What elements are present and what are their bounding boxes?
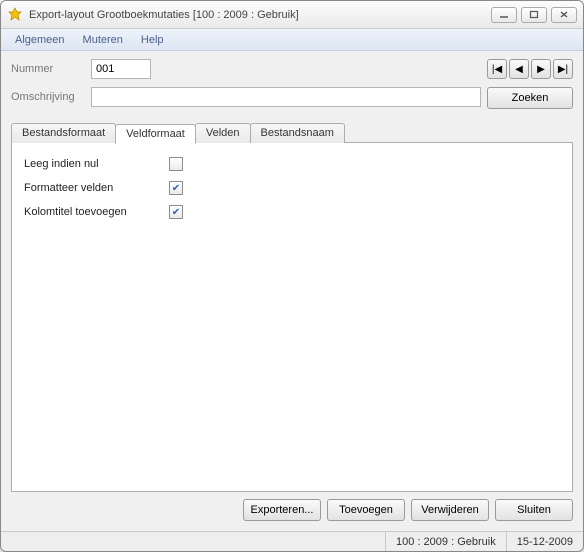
formatteer-label: Formatteer velden bbox=[24, 182, 169, 194]
window-controls bbox=[491, 7, 577, 23]
window-title: Export-layout Grootboekmutaties [100 : 2… bbox=[29, 9, 491, 21]
option-leeg-indien-nul: Leeg indien nul bbox=[24, 157, 560, 171]
option-kolomtitel-toevoegen: Kolomtitel toevoegen ✔ bbox=[24, 205, 560, 219]
nav-first-button[interactable]: |◀ bbox=[487, 59, 507, 79]
minimize-button[interactable] bbox=[491, 7, 517, 23]
omschrijving-input[interactable] bbox=[91, 87, 481, 107]
kolomtitel-checkbox[interactable]: ✔ bbox=[169, 205, 183, 219]
zoeken-button[interactable]: Zoeken bbox=[487, 87, 573, 109]
close-button[interactable] bbox=[551, 7, 577, 23]
tab-bestandsnaam[interactable]: Bestandsnaam bbox=[250, 123, 345, 143]
formatteer-checkbox[interactable]: ✔ bbox=[169, 181, 183, 195]
menubar: Algemeen Muteren Help bbox=[1, 29, 583, 51]
tab-bestandsformaat[interactable]: Bestandsformaat bbox=[11, 123, 116, 143]
omschrijving-label: Omschrijving bbox=[11, 91, 91, 103]
statusbar: 100 : 2009 : Gebruik 15-12-2009 bbox=[1, 531, 583, 551]
action-buttons: Exporteren... Toevoegen Verwijderen Slui… bbox=[11, 492, 573, 525]
verwijderen-button[interactable]: Verwijderen bbox=[411, 499, 489, 521]
app-icon bbox=[7, 7, 23, 23]
status-date: 15-12-2009 bbox=[506, 532, 583, 551]
leeg-checkbox[interactable] bbox=[169, 157, 183, 171]
record-nav: |◀ ◀ ▶ ▶| bbox=[487, 59, 573, 79]
titlebar: Export-layout Grootboekmutaties [100 : 2… bbox=[1, 1, 583, 29]
tab-velden[interactable]: Velden bbox=[195, 123, 251, 143]
maximize-button[interactable] bbox=[521, 7, 547, 23]
tabs: Bestandsformaat Veldformaat Velden Besta… bbox=[11, 123, 573, 143]
tab-veldformaat[interactable]: Veldformaat bbox=[115, 124, 196, 144]
exporteren-button[interactable]: Exporteren... bbox=[243, 499, 321, 521]
nav-last-button[interactable]: ▶| bbox=[553, 59, 573, 79]
row-omschrijving: Omschrijving Zoeken bbox=[11, 85, 573, 109]
nummer-label: Nummer bbox=[11, 63, 91, 75]
menu-algemeen[interactable]: Algemeen bbox=[7, 32, 73, 48]
leeg-label: Leeg indien nul bbox=[24, 158, 169, 170]
status-context: 100 : 2009 : Gebruik bbox=[385, 532, 506, 551]
content-area: Nummer |◀ ◀ ▶ ▶| Omschrijving Zoeken Bes… bbox=[1, 51, 583, 531]
kolomtitel-label: Kolomtitel toevoegen bbox=[24, 206, 169, 218]
option-formatteer-velden: Formatteer velden ✔ bbox=[24, 181, 560, 195]
sluiten-button[interactable]: Sluiten bbox=[495, 499, 573, 521]
app-window: Export-layout Grootboekmutaties [100 : 2… bbox=[0, 0, 584, 552]
tab-pane-veldformaat: Leeg indien nul Formatteer velden ✔ Kolo… bbox=[11, 142, 573, 492]
menu-help[interactable]: Help bbox=[133, 32, 172, 48]
nav-prev-button[interactable]: ◀ bbox=[509, 59, 529, 79]
nav-next-button[interactable]: ▶ bbox=[531, 59, 551, 79]
menu-muteren[interactable]: Muteren bbox=[75, 32, 131, 48]
toevoegen-button[interactable]: Toevoegen bbox=[327, 499, 405, 521]
nummer-input[interactable] bbox=[91, 59, 151, 79]
row-nummer: Nummer |◀ ◀ ▶ ▶| bbox=[11, 59, 573, 79]
